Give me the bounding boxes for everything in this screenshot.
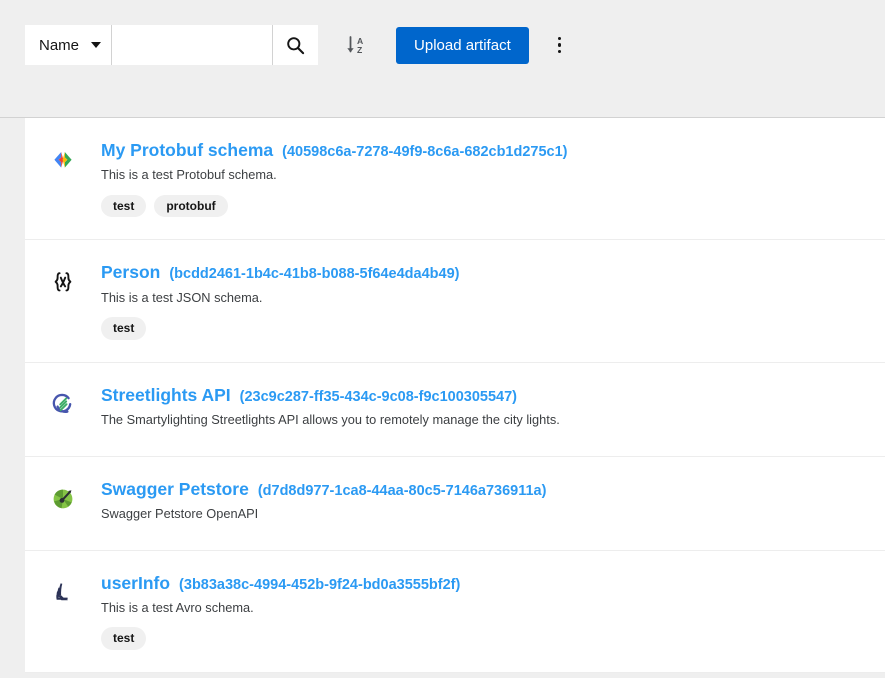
artifact-id: (d7d8d977-1ca8-44aa-80c5-7146a736911a)	[258, 483, 547, 500]
artifact-id: (40598c6a-7278-49f9-8c6a-682cb1d275c1)	[282, 144, 567, 161]
artifact-info: Streetlights API (23c9c287-ff35-434c-9c0…	[101, 385, 885, 430]
artifact-info: My Protobuf schema (40598c6a-7278-49f9-8…	[101, 140, 885, 217]
kebab-menu-icon	[558, 50, 562, 54]
artifact-id: (3b83a38c-4994-452b-9f24-bd0a3555bf2f)	[179, 577, 460, 594]
protobuf-icon	[49, 146, 77, 174]
svg-text:Z: Z	[357, 45, 362, 55]
artifact-title-line: Person (bcdd2461-1b4c-41b8-b088-5f64e4da…	[101, 262, 869, 283]
artifact-description: The Smartylighting Streetlights API allo…	[101, 411, 869, 430]
search-icon	[286, 36, 305, 55]
artifact-list-item[interactable]: Streetlights API (23c9c287-ff35-434c-9c0…	[25, 363, 885, 457]
sort-alpha-descending-icon: A Z	[345, 33, 369, 57]
artifact-description: Swagger Petstore OpenAPI	[101, 505, 869, 524]
search-button[interactable]	[272, 25, 318, 65]
artifact-type-icon-cell	[25, 140, 101, 217]
artifact-title-line: Streetlights API (23c9c287-ff35-434c-9c0…	[101, 385, 869, 406]
artifact-description: This is a test Protobuf schema.	[101, 166, 869, 185]
artifact-title-line: My Protobuf schema (40598c6a-7278-49f9-8…	[101, 140, 869, 161]
filter-attribute-value: Name	[39, 38, 79, 53]
artifact-id: (bcdd2461-1b4c-41b8-b088-5f64e4da4b49)	[169, 266, 459, 283]
artifact-label[interactable]: test	[101, 195, 146, 217]
toolbar: Name A Z Upload artifact	[0, 0, 885, 118]
artifact-title-line: Swagger Petstore (d7d8d977-1ca8-44aa-80c…	[101, 479, 869, 500]
artifact-name[interactable]: Person	[101, 262, 160, 283]
artifact-labels: test	[101, 627, 869, 649]
openapi-swagger-icon	[49, 485, 77, 513]
artifact-id: (23c9c287-ff35-434c-9c08-f9c100305547)	[240, 389, 517, 406]
artifact-labels: test protobuf	[101, 195, 869, 217]
artifact-name[interactable]: userInfo	[101, 573, 170, 594]
artifact-name[interactable]: Swagger Petstore	[101, 479, 249, 500]
toolbar-controls: Name A Z Upload artifact	[25, 25, 579, 65]
json-schema-icon	[49, 268, 77, 296]
sort-button[interactable]: A Z	[336, 25, 378, 65]
artifact-info: Person (bcdd2461-1b4c-41b8-b088-5f64e4da…	[101, 262, 885, 339]
artifact-label[interactable]: test	[101, 627, 146, 649]
artifact-name[interactable]: My Protobuf schema	[101, 140, 273, 161]
artifact-description: This is a test JSON schema.	[101, 289, 869, 308]
kebab-menu-icon	[558, 37, 562, 41]
artifact-label[interactable]: test	[101, 317, 146, 339]
search-group: Name	[25, 25, 318, 65]
upload-artifact-button[interactable]: Upload artifact	[396, 27, 529, 64]
artifact-title-line: userInfo (3b83a38c-4994-452b-9f24-bd0a35…	[101, 573, 869, 594]
kebab-menu-icon	[558, 43, 562, 47]
filter-attribute-select[interactable]: Name	[25, 25, 112, 65]
artifact-info: userInfo (3b83a38c-4994-452b-9f24-bd0a35…	[101, 573, 885, 650]
artifact-list-item[interactable]: Swagger Petstore (d7d8d977-1ca8-44aa-80c…	[25, 457, 885, 551]
asyncapi-icon	[49, 391, 77, 419]
artifact-type-icon-cell	[25, 573, 101, 650]
artifact-list-item[interactable]: userInfo (3b83a38c-4994-452b-9f24-bd0a35…	[25, 551, 885, 673]
artifact-labels: test	[101, 317, 869, 339]
artifact-label[interactable]: protobuf	[154, 195, 227, 217]
artifact-type-icon-cell	[25, 385, 101, 430]
avro-icon	[49, 579, 77, 607]
search-input[interactable]	[112, 25, 272, 65]
artifact-type-icon-cell	[25, 479, 101, 524]
artifact-list-item[interactable]: My Protobuf schema (40598c6a-7278-49f9-8…	[25, 118, 885, 240]
chevron-down-icon	[91, 42, 101, 48]
artifact-list: My Protobuf schema (40598c6a-7278-49f9-8…	[25, 118, 885, 673]
artifact-description: This is a test Avro schema.	[101, 599, 869, 618]
artifact-type-icon-cell	[25, 262, 101, 339]
artifact-info: Swagger Petstore (d7d8d977-1ca8-44aa-80c…	[101, 479, 885, 524]
overflow-menu-button[interactable]	[541, 25, 579, 65]
artifact-name[interactable]: Streetlights API	[101, 385, 231, 406]
artifact-list-item[interactable]: Person (bcdd2461-1b4c-41b8-b088-5f64e4da…	[25, 240, 885, 362]
